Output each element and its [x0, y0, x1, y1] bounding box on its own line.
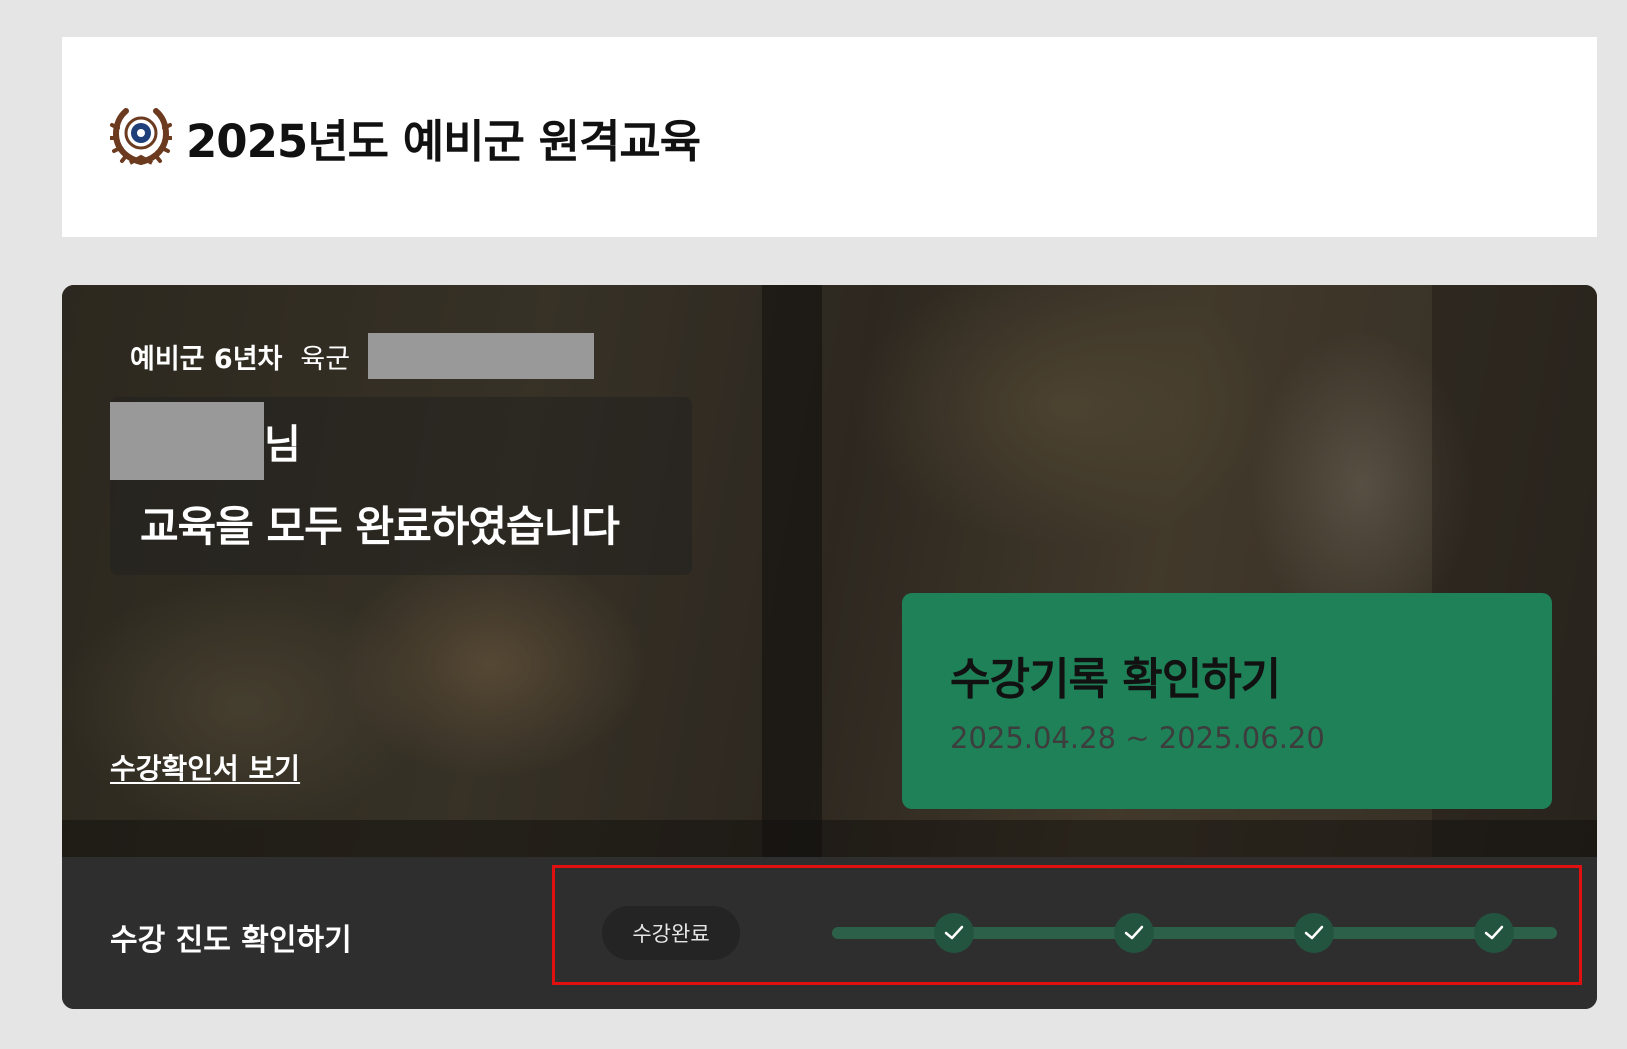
branch-label: 육군	[300, 343, 351, 375]
view-record-button[interactable]: 수강기록 확인하기 2025.04.28 ~ 2025.06.20	[902, 593, 1552, 809]
certificate-view-link[interactable]: 수강확인서 보기	[110, 747, 300, 787]
trainee-name-line: 님	[110, 402, 301, 480]
progress-step-check-icon	[1474, 913, 1514, 953]
emblem-icon	[110, 106, 172, 168]
reserve-year-label: 예비군 6년차	[130, 343, 283, 375]
completion-message: 교육을 모두 완료하였습니다	[140, 502, 620, 551]
progress-section: 수강 진도 확인하기 수강완료	[62, 857, 1597, 1009]
status-badge: 수강완료	[602, 906, 740, 960]
name-suffix: 님	[264, 422, 301, 468]
progress-step-check-icon	[1294, 913, 1334, 953]
record-period: 2025.04.28 ~ 2025.06.20	[950, 721, 1325, 755]
page-header: 2025년도 예비군 원격교육	[62, 37, 1597, 237]
redacted-name	[110, 402, 264, 480]
trainee-info: 예비군 6년차 육군	[130, 333, 595, 379]
progress-label: 수강 진도 확인하기	[110, 923, 352, 958]
record-title: 수강기록 확인하기	[950, 654, 1281, 705]
redacted-unit	[368, 333, 595, 379]
education-status-card: 예비군 6년차 육군 님 교육을 모두 완료하였습니다 수강확인서 보기 수강기…	[62, 285, 1597, 1009]
page-title: 2025년도 예비군 원격교육	[186, 114, 701, 168]
progress-step-check-icon	[934, 913, 974, 953]
progress-step-check-icon	[1114, 913, 1154, 953]
